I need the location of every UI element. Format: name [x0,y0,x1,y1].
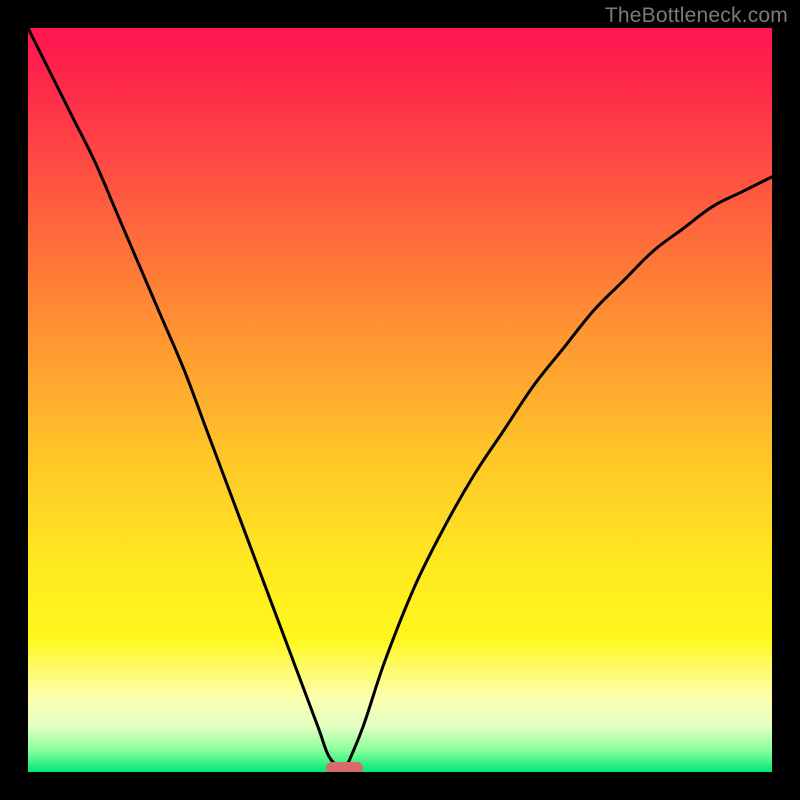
watermark-text: TheBottleneck.com [605,4,788,28]
left-branch-curve [28,28,344,772]
plot-area [28,28,772,772]
chart-frame: TheBottleneck.com [0,0,800,800]
right-branch-curve [344,177,772,772]
minimum-marker [326,762,363,772]
curve-layer [28,28,772,772]
